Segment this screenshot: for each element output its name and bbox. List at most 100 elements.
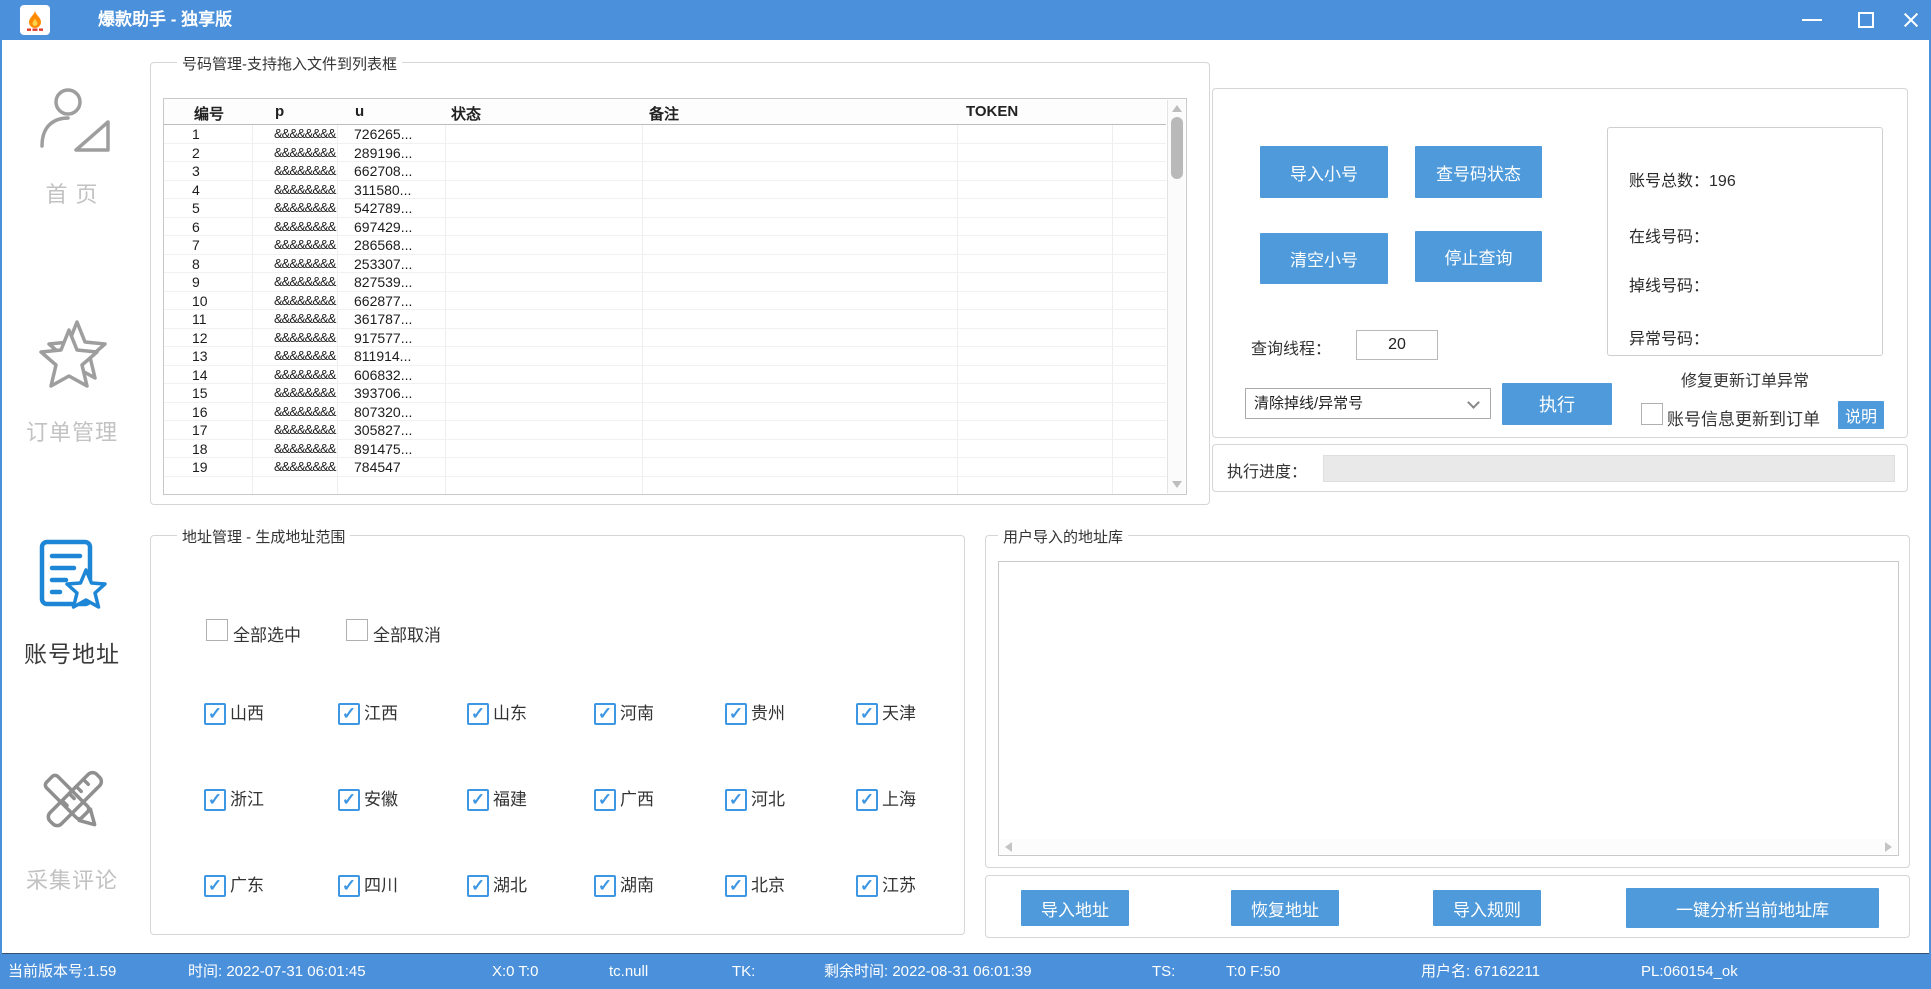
maximize-button[interactable]	[1844, 0, 1888, 40]
province-checkbox-item[interactable]: ✓ 山西	[204, 703, 338, 789]
province-checkbox-item[interactable]: ✓ 上海	[856, 789, 976, 875]
check-number-status-button[interactable]: 查号码状态	[1415, 146, 1542, 198]
table-row[interactable]: 17 &&&&&&&& 305827...	[164, 421, 1166, 440]
status-remaining: 剩余时间: 2022-08-31 06:01:39	[824, 954, 1032, 989]
row-number: 1	[192, 126, 200, 142]
row-number: 19	[192, 459, 208, 475]
import-address-button[interactable]: 导入地址	[1021, 890, 1129, 926]
province-checkbox-item[interactable]: ✓ 河南	[594, 703, 725, 789]
checked-checkbox-icon: ✓	[725, 789, 747, 811]
table-row[interactable]: 2 &&&&&&&& 289196...	[164, 144, 1166, 163]
stop-query-button[interactable]: 停止查询	[1415, 231, 1542, 282]
table-row[interactable]: 3 &&&&&&&& 662708...	[164, 162, 1166, 181]
row-user-id: 662877...	[354, 293, 412, 309]
province-checkbox-item[interactable]: ✓ 贵州	[725, 703, 856, 789]
province-label: 广东	[230, 875, 264, 897]
table-row[interactable]: 9 &&&&&&&& 827539...	[164, 273, 1166, 292]
progress-bar	[1323, 455, 1895, 482]
row-password-masked: &&&&&&&&	[274, 441, 335, 456]
province-checkbox-item[interactable]: ✓ 湖北	[467, 875, 594, 961]
address-library-textarea[interactable]	[998, 561, 1899, 856]
scroll-up-icon[interactable]	[1172, 105, 1182, 112]
province-checkbox-item[interactable]: ✓ 湖南	[594, 875, 725, 961]
sidebar-item-collect-comments[interactable]: 采集评论	[0, 762, 144, 895]
restore-address-button[interactable]: 恢复地址	[1231, 890, 1339, 926]
table-row[interactable]: 5 &&&&&&&& 542789...	[164, 199, 1166, 218]
province-checkbox-item[interactable]: ✓ 山东	[467, 703, 594, 789]
horizontal-scrollbar[interactable]	[1000, 839, 1897, 854]
status-tk: TK:	[732, 954, 755, 989]
deselect-all-checkbox[interactable]	[346, 619, 368, 641]
table-row[interactable]: 10 &&&&&&&& 662877...	[164, 292, 1166, 311]
province-checkbox-item[interactable]: ✓ 四川	[338, 875, 467, 961]
status-xt: X:0 T:0	[492, 954, 538, 989]
user-address-group: 用户导入的地址库	[985, 535, 1910, 868]
row-user-id: 542789...	[354, 200, 412, 216]
province-checkbox-item[interactable]: ✓ 北京	[725, 875, 856, 961]
import-rules-button[interactable]: 导入规则	[1433, 890, 1541, 926]
row-password-masked: &&&&&&&&	[274, 367, 335, 382]
scroll-right-icon[interactable]	[1885, 842, 1892, 852]
table-row[interactable]: 13 &&&&&&&& 811914...	[164, 347, 1166, 366]
table-row[interactable]: 14 &&&&&&&& 606832...	[164, 366, 1166, 385]
scroll-left-icon[interactable]	[1005, 842, 1012, 852]
thread-count-input[interactable]	[1356, 330, 1438, 360]
address-actions-group: 导入地址 恢复地址 导入规则 一键分析当前地址库	[985, 875, 1910, 938]
import-accounts-button[interactable]: 导入小号	[1260, 146, 1388, 198]
minimize-button[interactable]	[1790, 0, 1834, 40]
province-checkbox-item[interactable]: ✓ 天津	[856, 703, 976, 789]
scroll-down-icon[interactable]	[1172, 481, 1182, 488]
table-row[interactable]: 16 &&&&&&&& 807320...	[164, 403, 1166, 422]
table-row[interactable]: 7 &&&&&&&& 286568...	[164, 236, 1166, 255]
row-number: 15	[192, 385, 208, 401]
scrollbar-thumb[interactable]	[1171, 117, 1183, 179]
province-checkbox-item[interactable]: ✓ 江西	[338, 703, 467, 789]
action-select[interactable]: 清除掉线/异常号	[1245, 388, 1491, 419]
deselect-all-label[interactable]: 全部取消	[373, 621, 441, 646]
select-all-label[interactable]: 全部选中	[233, 621, 301, 646]
title-bar: 爆款助手 - 独享版	[0, 0, 1931, 40]
number-management-title: 号码管理-支持拖入文件到列表框	[177, 53, 402, 74]
sidebar-item-home[interactable]: 首 页	[0, 82, 144, 209]
checked-checkbox-icon: ✓	[725, 875, 747, 897]
province-checkbox-item[interactable]: ✓ 广西	[594, 789, 725, 875]
row-number: 6	[192, 219, 200, 235]
row-password-masked: &&&&&&&&	[274, 274, 335, 289]
table-row[interactable]: 6 &&&&&&&& 697429...	[164, 218, 1166, 237]
table-row[interactable]: 12 &&&&&&&& 917577...	[164, 329, 1166, 348]
table-row[interactable]: 8 &&&&&&&& 253307...	[164, 255, 1166, 274]
table-row[interactable]: 11 &&&&&&&& 361787...	[164, 310, 1166, 329]
account-list[interactable]: 编号 p u 状态 备注 TOKEN 1 &&&&&&&& 726265... …	[163, 98, 1187, 495]
clear-accounts-button[interactable]: 清空小号	[1260, 233, 1388, 284]
vertical-scrollbar[interactable]	[1167, 100, 1185, 493]
table-row[interactable]: 18 &&&&&&&& 891475...	[164, 440, 1166, 459]
province-label: 天津	[882, 703, 916, 725]
table-row[interactable]: 15 &&&&&&&& 393706...	[164, 384, 1166, 403]
analyze-address-library-button[interactable]: 一键分析当前地址库	[1626, 888, 1879, 928]
fix-order-title: 修复更新订单异常	[1607, 367, 1883, 391]
table-row[interactable]: 19 &&&&&&&& 784547	[164, 458, 1166, 477]
sidebar-item-account-address[interactable]: 账号地址	[0, 534, 144, 669]
help-button[interactable]: 说明	[1838, 401, 1884, 429]
row-password-masked: &&&&&&&&	[274, 311, 335, 326]
province-checkbox-item[interactable]: ✓ 广东	[204, 875, 338, 961]
select-all-checkbox[interactable]	[206, 619, 228, 641]
close-button[interactable]	[1889, 0, 1931, 40]
update-order-checkbox[interactable]	[1641, 403, 1663, 425]
minimize-icon	[1802, 19, 1822, 21]
table-row[interactable]: 1 &&&&&&&& 726265...	[164, 125, 1166, 144]
province-checkbox-item[interactable]: ✓ 浙江	[204, 789, 338, 875]
row-password-masked: &&&&&&&&	[274, 330, 335, 345]
row-number: 4	[192, 182, 200, 198]
sidebar-item-orders[interactable]: 订单管理	[0, 316, 144, 447]
sidebar-item-label: 账号地址	[0, 635, 144, 669]
province-checkbox-item[interactable]: ✓ 福建	[467, 789, 594, 875]
province-checkbox-item[interactable]: ✓ 河北	[725, 789, 856, 875]
province-checkbox-item[interactable]: ✓ 江苏	[856, 875, 976, 961]
province-checkbox-item[interactable]: ✓ 安徽	[338, 789, 467, 875]
execute-button[interactable]: 执行	[1502, 383, 1612, 425]
column-header: 状态	[451, 103, 481, 124]
province-grid: ✓ 山西 ✓ 江西 ✓ 山东 ✓ 河南 ✓ 贵州 ✓ 天津 ✓ 浙江 ✓	[204, 703, 976, 961]
update-order-checkbox-label[interactable]: 账号信息更新到订单	[1667, 405, 1820, 430]
table-row[interactable]: 4 &&&&&&&& 311580...	[164, 181, 1166, 200]
